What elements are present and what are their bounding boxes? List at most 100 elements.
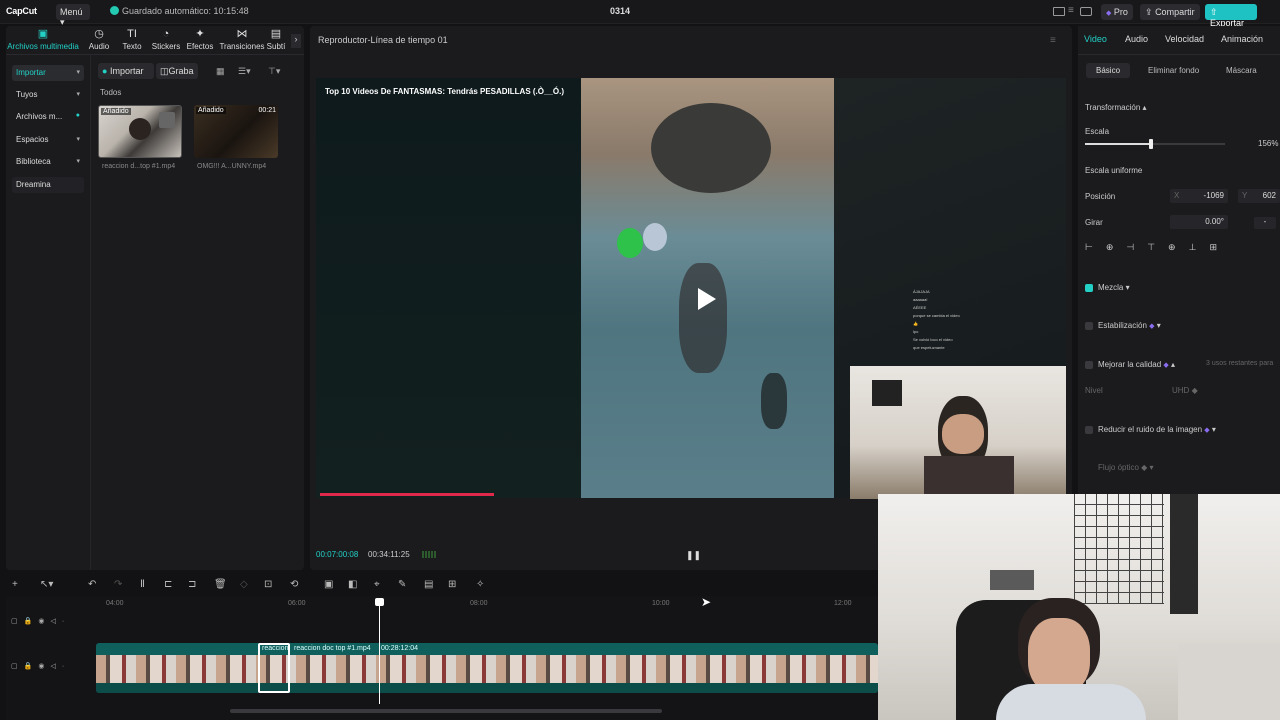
- scale-fill: [1085, 143, 1151, 145]
- dropdown-icon[interactable]: ≡: [1068, 5, 1074, 16]
- sort-icon[interactable]: ☰▾: [238, 66, 251, 77]
- filter-all[interactable]: Todos: [100, 88, 121, 97]
- shield-icon[interactable]: ◇: [240, 579, 248, 590]
- image-icon[interactable]: ⊞: [448, 579, 456, 590]
- enhance-checkbox[interactable]: [1085, 361, 1093, 369]
- sidebar-item-dreamina[interactable]: Dreamina: [12, 177, 84, 193]
- track-controls-1[interactable]: ▢🔒◉◁·: [11, 617, 70, 625]
- speed-icon[interactable]: ⌖: [374, 579, 380, 590]
- tab-transitions[interactable]: ⋈ Transiciones: [219, 28, 265, 51]
- sofa-image: [1178, 644, 1280, 720]
- optical-flow-label: Flujo óptico ◆ ▾: [1098, 463, 1154, 472]
- flip-button[interactable]: -: [1254, 217, 1276, 229]
- menu-button[interactable]: Menú ▾: [56, 4, 90, 27]
- sticker-icon: ◔: [162, 28, 170, 40]
- shortcuts-icon[interactable]: [1080, 7, 1092, 16]
- tab-subtitles[interactable]: ▤ Subtí: [264, 28, 288, 51]
- add-track-icon[interactable]: +: [12, 579, 18, 590]
- crop-icon[interactable]: ⊡: [264, 579, 272, 590]
- keyframe-icon[interactable]: ⟲: [290, 579, 298, 590]
- scale-value[interactable]: 156%: [1258, 139, 1278, 148]
- scale-slider[interactable]: [1085, 139, 1225, 149]
- ai-icon[interactable]: ✧: [476, 579, 484, 590]
- tab-audio-props[interactable]: Audio: [1125, 34, 1148, 44]
- tab-effects[interactable]: ✦ Efectos: [181, 28, 219, 51]
- project-title[interactable]: 0314: [610, 6, 630, 16]
- rotate-input[interactable]: 0.00°: [1170, 215, 1228, 229]
- scale-handle[interactable]: [1148, 139, 1153, 149]
- pro-button[interactable]: ◆ Pro: [1101, 4, 1133, 20]
- denoise-checkbox[interactable]: [1085, 426, 1093, 434]
- tab-video[interactable]: Video: [1084, 34, 1107, 44]
- share-button[interactable]: ⇪ Compartir: [1140, 4, 1200, 20]
- playhead[interactable]: [379, 598, 380, 704]
- green-light: [617, 228, 643, 258]
- transform-header[interactable]: Transformación ▴: [1085, 103, 1147, 112]
- grid-view-icon[interactable]: ▦: [216, 66, 225, 77]
- playhead-handle[interactable]: [375, 598, 384, 606]
- freeze-icon[interactable]: ▣: [324, 579, 333, 590]
- media-thumb-1[interactable]: Añadido: [98, 105, 182, 158]
- ruler-tick: 04:00: [106, 600, 124, 607]
- pause-icon[interactable]: ❚❚: [686, 550, 701, 561]
- tab-text[interactable]: TI Texto: [113, 28, 151, 51]
- media-thumb-2[interactable]: Añadido 00:21: [194, 105, 278, 158]
- sidebar-item-library[interactable]: Biblioteca ▾: [12, 154, 84, 170]
- effects-icon: ✦: [195, 28, 205, 40]
- tab-animation[interactable]: Animación: [1221, 34, 1263, 44]
- position-y-input[interactable]: Y 602: [1238, 189, 1280, 203]
- selected-segment[interactable]: [258, 643, 290, 693]
- export-button[interactable]: ⇧ Exportar: [1205, 4, 1257, 28]
- trim-left-icon[interactable]: ⊏: [164, 579, 172, 590]
- subtab-basic[interactable]: Básico: [1086, 63, 1131, 78]
- subtab-mask[interactable]: Máscara: [1226, 66, 1257, 75]
- blend-checkbox[interactable]: [1085, 284, 1093, 292]
- clip-label-b: reaccion doc top #1.mp4: [294, 645, 371, 652]
- enhance-label[interactable]: Mejorar la calidad ◆ ▴: [1098, 360, 1175, 369]
- undo-icon[interactable]: ↶: [88, 579, 96, 590]
- trim-right-icon[interactable]: ⊐: [188, 579, 196, 590]
- import-button[interactable]: ● Importar: [98, 63, 154, 79]
- redo-icon[interactable]: ↷: [114, 579, 122, 590]
- stabilize-label[interactable]: Estabilización ◆ ▾: [1098, 321, 1161, 330]
- tab-stickers[interactable]: ◔ Stickers: [147, 28, 185, 51]
- sidebar-item-import[interactable]: Importar ▾: [12, 65, 84, 81]
- current-time: 00:07:00:08: [316, 550, 359, 559]
- menu-icon[interactable]: ≡: [1050, 35, 1056, 46]
- play-icon[interactable]: [688, 282, 722, 316]
- video-clip[interactable]: reaccion reaccion doc top #1.mp4 00:28:1…: [96, 643, 878, 693]
- level-select[interactable]: UHD ◆: [1172, 386, 1198, 395]
- sidebar-item-yours[interactable]: Tuyos ▾: [12, 87, 84, 103]
- track-controls-2[interactable]: ▢🔒◉◁·: [11, 662, 70, 670]
- subtab-remove-bg[interactable]: Eliminar fondo: [1148, 66, 1199, 75]
- denoise-label[interactable]: Reducir el ruido de la imagen ◆ ▾: [1098, 425, 1216, 434]
- layout-icon[interactable]: [1053, 7, 1065, 16]
- enhance-note: 3 usos restantes para: [1206, 360, 1274, 367]
- blend-label[interactable]: Mezcla ▾: [1098, 283, 1130, 292]
- mirror-icon[interactable]: ◧: [348, 579, 357, 590]
- capcut-app: CapCut Menú ▾ Guardado automático: 10:15…: [0, 0, 1280, 720]
- subtitle-tool-icon[interactable]: ▤: [424, 579, 433, 590]
- align-toolbar[interactable]: ⊢⊕⊣⊤⊕⊥⊞: [1085, 242, 1280, 256]
- record-button[interactable]: ◫Graba: [156, 63, 198, 79]
- pool-drain: [651, 103, 771, 193]
- ruler-tick: 12:00: [834, 600, 852, 607]
- timeline-scrollbar[interactable]: [230, 709, 662, 713]
- uniform-scale-label[interactable]: Escala uniforme: [1085, 166, 1142, 175]
- stabilize-checkbox[interactable]: [1085, 322, 1093, 330]
- split-icon[interactable]: Ⅱ: [140, 579, 145, 590]
- magic-icon[interactable]: ✎: [398, 579, 406, 590]
- sidebar-item-spaces[interactable]: Espacios ▾: [12, 132, 84, 148]
- filter-icon[interactable]: ⊤▾: [268, 66, 280, 77]
- position-x-input[interactable]: X -1069: [1170, 189, 1228, 203]
- audio-meter: [422, 551, 436, 558]
- blue-light: [643, 223, 667, 251]
- media-panel: ▣ Archivos multimedia ◷ Audio TI Texto ◔ Sti…: [6, 26, 304, 570]
- tab-speed[interactable]: Velocidad: [1165, 34, 1204, 44]
- delete-icon[interactable]: 🗑: [214, 579, 227, 590]
- sidebar-item-files[interactable]: Archivos m... ●: [12, 109, 84, 125]
- wall-art: [990, 570, 1034, 590]
- chevron-right-icon[interactable]: ›: [291, 34, 301, 48]
- select-tool-icon[interactable]: ↖▾: [40, 579, 53, 590]
- tab-media[interactable]: ▣ Archivos multimedia: [6, 28, 80, 51]
